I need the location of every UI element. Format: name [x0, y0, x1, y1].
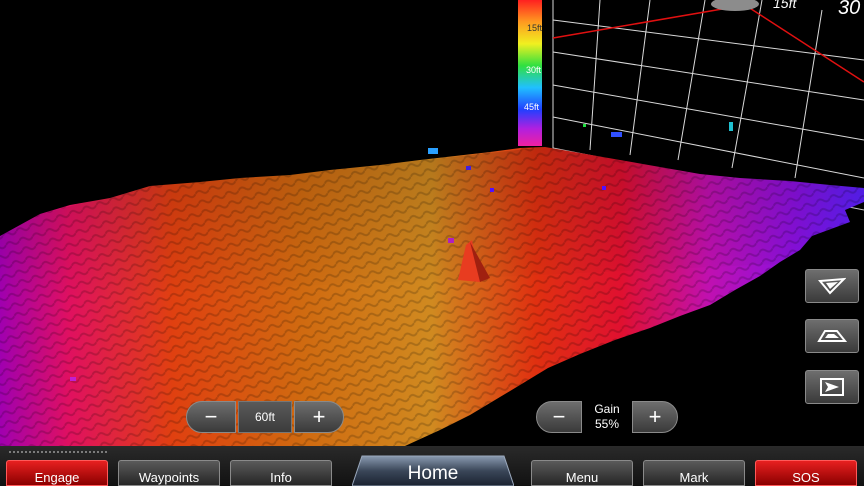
depth-label-15ft: 15ft	[527, 23, 543, 33]
gain-readout: Gain 55%	[584, 401, 630, 433]
status-dots	[8, 450, 108, 454]
view-angle-front-button[interactable]	[805, 269, 859, 303]
depth-label-45ft: 45ft	[524, 102, 540, 112]
grid-label-30: 30	[838, 0, 861, 19]
range-control: − 60ft +	[186, 401, 344, 433]
depth-label-30ft: 30ft	[526, 65, 542, 75]
info-button[interactable]: Info	[230, 460, 332, 486]
range-minus-button[interactable]: −	[186, 401, 236, 433]
gain-value: 55%	[594, 417, 620, 431]
menu-button[interactable]: Menu	[531, 460, 633, 486]
view-angle-side-icon	[820, 378, 844, 396]
grid-label-15ft: 15ft	[773, 0, 797, 11]
gain-control: − Gain 55% +	[536, 401, 678, 433]
view-angle-top-button[interactable]	[805, 319, 859, 353]
gain-label: Gain	[594, 402, 620, 416]
view-angle-top-icon	[817, 330, 847, 342]
engage-button[interactable]: Engage	[6, 460, 108, 486]
gain-plus-button[interactable]: +	[632, 401, 678, 433]
coverage-boundary	[552, 4, 864, 83]
view-angle-side-button[interactable]	[805, 370, 859, 404]
home-button[interactable]: Home	[352, 454, 514, 486]
waypoints-button[interactable]: Waypoints	[118, 460, 220, 486]
gain-minus-button[interactable]: −	[536, 401, 582, 433]
mark-button[interactable]: Mark	[643, 460, 745, 486]
sonar-screen: 15ft 30ft 45ft 15ft 30 − 60ft + − Gain 5…	[0, 0, 864, 486]
sos-button[interactable]: SOS	[755, 460, 857, 486]
range-value: 60ft	[238, 401, 292, 433]
sonar-3d-view[interactable]	[0, 0, 864, 486]
home-label: Home	[407, 463, 459, 484]
view-angle-front-icon	[818, 277, 846, 295]
range-plus-button[interactable]: +	[294, 401, 344, 433]
